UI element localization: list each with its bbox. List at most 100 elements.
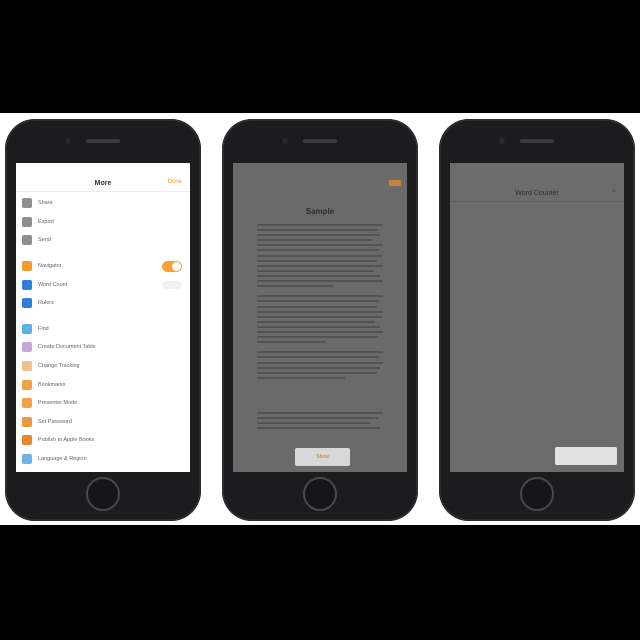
text-line (257, 310, 383, 313)
text-line (257, 356, 380, 359)
text-line (257, 259, 377, 262)
menu-item-bookmarks[interactable]: Bookmarks (16, 375, 190, 394)
send-icon (22, 235, 32, 246)
text-line (257, 422, 371, 425)
text-line (257, 376, 346, 379)
menu-item-label: Publish to Apple Books (38, 437, 95, 444)
text-line (257, 274, 381, 277)
find-icon (22, 323, 32, 334)
word-count-icon (22, 279, 32, 290)
home-button[interactable] (520, 477, 554, 511)
menu-separator (16, 313, 190, 320)
navigator-icon (22, 261, 32, 272)
language-icon (22, 454, 32, 465)
text-line (257, 300, 380, 303)
menu-item-label: Bookmarks (38, 381, 66, 388)
menu-item-find[interactable]: Find (16, 320, 190, 339)
document-footer (257, 409, 383, 432)
menu-item-export[interactable]: Export (16, 213, 190, 232)
menu-item-label: Set Password (38, 418, 72, 425)
menu-item-publish-to-apple-books[interactable]: Publish to Apple Books (16, 431, 190, 450)
dialog-action-button[interactable] (555, 447, 617, 465)
menu-item-label: Change Tracking (38, 363, 80, 370)
menu-item-language-region[interactable]: Language & Region (16, 450, 190, 469)
document-body (257, 224, 383, 379)
status-bar (233, 163, 407, 175)
nav-bar: More Done (16, 175, 190, 192)
text-line (257, 336, 378, 339)
menu-item-label: Send (38, 237, 51, 244)
phone-1-screen: More Done Share Export Send Navigator Word … (16, 163, 190, 472)
front-camera (499, 138, 505, 144)
text-line (257, 305, 377, 308)
count-row (450, 202, 624, 210)
menu-item-send[interactable]: Send (16, 231, 190, 250)
text-line (257, 427, 381, 430)
status-bar (450, 163, 624, 175)
books-icon (22, 435, 32, 446)
nav-title: More (94, 179, 112, 187)
menu-item-presenter-mode[interactable]: Presenter Mode (16, 394, 190, 413)
menu-item-create-document-table[interactable]: Create Document Table (16, 338, 190, 357)
text-line (257, 244, 383, 247)
rulers-icon (22, 298, 32, 309)
count-row (450, 210, 624, 218)
speaker-grille (520, 139, 554, 143)
document-toolbar (233, 175, 407, 191)
text-line (257, 361, 383, 364)
speaker-grille (303, 139, 337, 143)
menu-item-word-count[interactable]: Word Count (16, 275, 190, 294)
menu-group-3: Find Create Document Table Change Tracking… (16, 320, 190, 469)
text-line (257, 234, 381, 237)
speaker-grille (86, 139, 120, 143)
menu-item-label: Word Count (38, 281, 68, 288)
front-camera (65, 138, 71, 144)
menu-item-rulers[interactable]: Rulers (16, 294, 190, 313)
menu-item-navigator[interactable]: Navigator (16, 257, 190, 276)
more-button[interactable] (389, 180, 401, 186)
table-icon (22, 342, 32, 353)
menu-item-label: Rulers (38, 300, 54, 307)
presenter-icon (22, 398, 32, 409)
text-line (257, 229, 378, 232)
text-line (257, 224, 383, 226)
dialog-title: Word Counter (515, 189, 559, 197)
text-line (257, 280, 383, 283)
text-line (257, 320, 376, 323)
text-line (257, 295, 383, 298)
text-line (257, 315, 382, 318)
menu-item-share[interactable]: Share (16, 194, 190, 213)
tracking-icon (22, 361, 32, 372)
show-button[interactable]: Show (295, 448, 350, 466)
menu-item-label: Language & Region (38, 456, 87, 463)
menu-group-2: Navigator Word Count Rulers (16, 257, 190, 313)
menu-item-change-tracking[interactable]: Change Tracking (16, 357, 190, 376)
navigator-toggle[interactable] (162, 260, 182, 272)
phone-1: More Done Share Export Send Navigator Word … (5, 119, 201, 521)
menu-separator (16, 250, 190, 257)
home-button[interactable] (303, 477, 337, 511)
menu-item-label: Navigator (38, 263, 62, 270)
password-icon (22, 416, 32, 427)
text-line (257, 325, 381, 328)
text-line (257, 285, 333, 288)
close-icon[interactable]: × (612, 188, 616, 195)
menu-item-label: Find (38, 325, 49, 332)
menu-item-set-password[interactable]: Set Password (16, 413, 190, 432)
home-button[interactable] (86, 477, 120, 511)
phone-3-screen: Word Counter × (450, 163, 624, 472)
text-line (257, 417, 378, 420)
text-line (257, 249, 380, 252)
more-menu: Share Export Send Navigator Word Count Ruler… (16, 192, 190, 468)
share-icon (22, 198, 32, 209)
text-line (257, 269, 375, 272)
phone-3: Word Counter × (439, 119, 635, 521)
done-button[interactable]: Done (168, 179, 182, 185)
menu-item-label: Export (38, 218, 54, 225)
menu-item-label: Presenter Mode (38, 400, 78, 407)
text-line (257, 239, 373, 242)
word-count-toggle[interactable] (162, 281, 182, 290)
text-line (257, 366, 381, 369)
text-line (257, 412, 383, 415)
export-icon (22, 216, 32, 227)
